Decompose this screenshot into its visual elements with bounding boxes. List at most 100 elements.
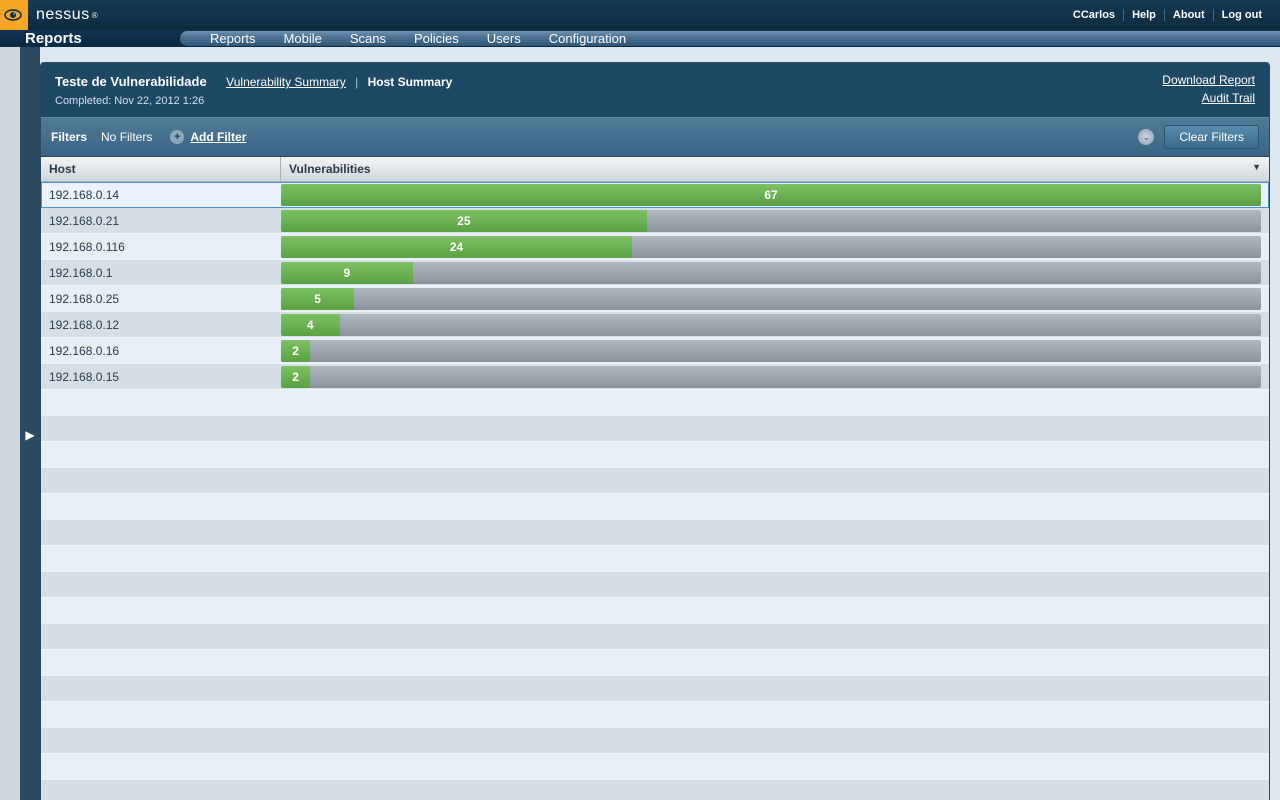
col-header-vuln-label: Vulnerabilities [289,162,371,176]
bar-fill: 24 [281,236,632,258]
bar-track: 67 [281,184,1261,206]
table-row-empty [41,702,1269,728]
bar-track: 2 [281,366,1261,388]
bar-fill: 5 [281,288,354,310]
table-row-empty [41,468,1269,494]
col-header-vulnerabilities[interactable]: Vulnerabilities ▼ [281,157,1269,181]
nav-tab-users[interactable]: Users [487,31,521,46]
add-filter-button[interactable]: + Add Filter [170,130,246,144]
table-row[interactable]: 192.168.0.255 [41,286,1269,312]
crumb-vuln-summary[interactable]: Vulnerability Summary [226,75,346,89]
filter-bar: Filters No Filters + Add Filter ⌄ Clear … [41,117,1269,157]
table-row-empty [41,442,1269,468]
sort-desc-icon: ▼ [1252,162,1261,176]
table-row-empty [41,416,1269,442]
table-row[interactable]: 192.168.0.2125 [41,208,1269,234]
col-header-host[interactable]: Host [41,157,281,181]
help-link[interactable]: Help [1124,9,1165,21]
download-report-link[interactable]: Download Report [1162,73,1255,87]
report-panel: Teste de Vulnerabilidade Vulnerability S… [40,62,1270,800]
user-label[interactable]: CCarlos [1065,9,1124,21]
table-row[interactable]: 192.168.0.152 [41,364,1269,390]
crumb-separator: | [355,75,358,89]
table-row-empty [41,494,1269,520]
table-row-empty [41,754,1269,780]
report-title: Teste de Vulnerabilidade [55,74,207,89]
cell-host: 192.168.0.15 [41,370,281,384]
bar-track: 9 [281,262,1261,284]
brand-bar: nessus ® CCarlos Help About Log out [0,0,1280,30]
cell-vulnerabilities: 2 [281,338,1269,363]
eye-icon [4,8,22,22]
bar-fill: 9 [281,262,413,284]
bar-track: 4 [281,314,1261,336]
table-row-empty [41,572,1269,598]
table-row-empty [41,520,1269,546]
nav-tab-configuration[interactable]: Configuration [549,31,626,46]
table-row[interactable]: 192.168.0.162 [41,338,1269,364]
cell-vulnerabilities: 9 [281,260,1269,285]
cell-host: 192.168.0.25 [41,292,281,306]
table-row[interactable]: 192.168.0.19 [41,260,1269,286]
filters-label: Filters [51,130,87,144]
table-row-empty [41,390,1269,416]
cell-vulnerabilities: 4 [281,312,1269,337]
bar-fill: 2 [281,340,310,362]
bar-track: 24 [281,236,1261,258]
table-row[interactable]: 192.168.0.1467 [41,182,1269,208]
table-row-empty [41,624,1269,650]
table-row[interactable]: 192.168.0.124 [41,312,1269,338]
cell-host: 192.168.0.1 [41,266,281,280]
plus-icon: + [170,130,184,144]
bar-fill: 4 [281,314,340,336]
cell-host: 192.168.0.21 [41,214,281,228]
table-row-empty [41,546,1269,572]
cell-vulnerabilities: 67 [281,182,1269,207]
table-row-empty [41,676,1269,702]
nav-tab-policies[interactable]: Policies [414,31,459,46]
table-row-empty [41,650,1269,676]
cell-vulnerabilities: 5 [281,286,1269,311]
bar-fill: 2 [281,366,310,388]
app-name: nessus [36,6,90,24]
nav-tab-scans[interactable]: Scans [350,31,386,46]
bar-fill: 25 [281,210,647,232]
chevron-right-icon: ▶ [25,428,34,442]
nav-tab-mobile[interactable]: Mobile [284,31,322,46]
cell-host: 192.168.0.14 [41,188,281,202]
grid-body[interactable]: 192.168.0.1467192.168.0.2125192.168.0.11… [41,182,1269,800]
trademark: ® [92,11,98,20]
brand-logo [0,0,28,30]
bar-track: 25 [281,210,1261,232]
sidebar-toggle[interactable]: ▶ [20,47,40,800]
cell-vulnerabilities: 25 [281,208,1269,233]
bar-track: 5 [281,288,1261,310]
clear-filters-button[interactable]: Clear Filters [1164,125,1259,149]
section-title: Reports [0,30,180,47]
no-filters-text: No Filters [101,130,152,144]
breadcrumb: Vulnerability Summary | Host Summary [226,75,452,89]
nav-bar: Reports Reports Mobile Scans Policies Us… [0,30,1280,47]
workspace: ▶ Teste de Vulnerabilidade Vulnerability… [0,47,1280,800]
cell-host: 192.168.0.16 [41,344,281,358]
add-filter-label: Add Filter [190,130,246,144]
bar-track: 2 [281,340,1261,362]
crumb-host-summary: Host Summary [368,75,453,89]
table-row[interactable]: 192.168.0.11624 [41,234,1269,260]
cell-host: 192.168.0.116 [41,240,281,254]
audit-trail-link[interactable]: Audit Trail [1162,91,1255,105]
collapse-icon[interactable]: ⌄ [1138,129,1154,145]
nav-tab-reports[interactable]: Reports [210,31,256,46]
cell-vulnerabilities: 24 [281,234,1269,259]
about-link[interactable]: About [1165,9,1214,21]
completed-line: Completed: Nov 22, 2012 1:26 [55,95,1162,107]
table-row-empty [41,780,1269,800]
grid-header: Host Vulnerabilities ▼ [41,157,1269,182]
top-right-links: CCarlos Help About Log out [1065,9,1270,21]
cell-vulnerabilities: 2 [281,364,1269,389]
bar-fill: 67 [281,184,1261,206]
panel-header: Teste de Vulnerabilidade Vulnerability S… [41,63,1269,117]
table-row-empty [41,728,1269,754]
cell-host: 192.168.0.12 [41,318,281,332]
logout-link[interactable]: Log out [1214,9,1270,21]
